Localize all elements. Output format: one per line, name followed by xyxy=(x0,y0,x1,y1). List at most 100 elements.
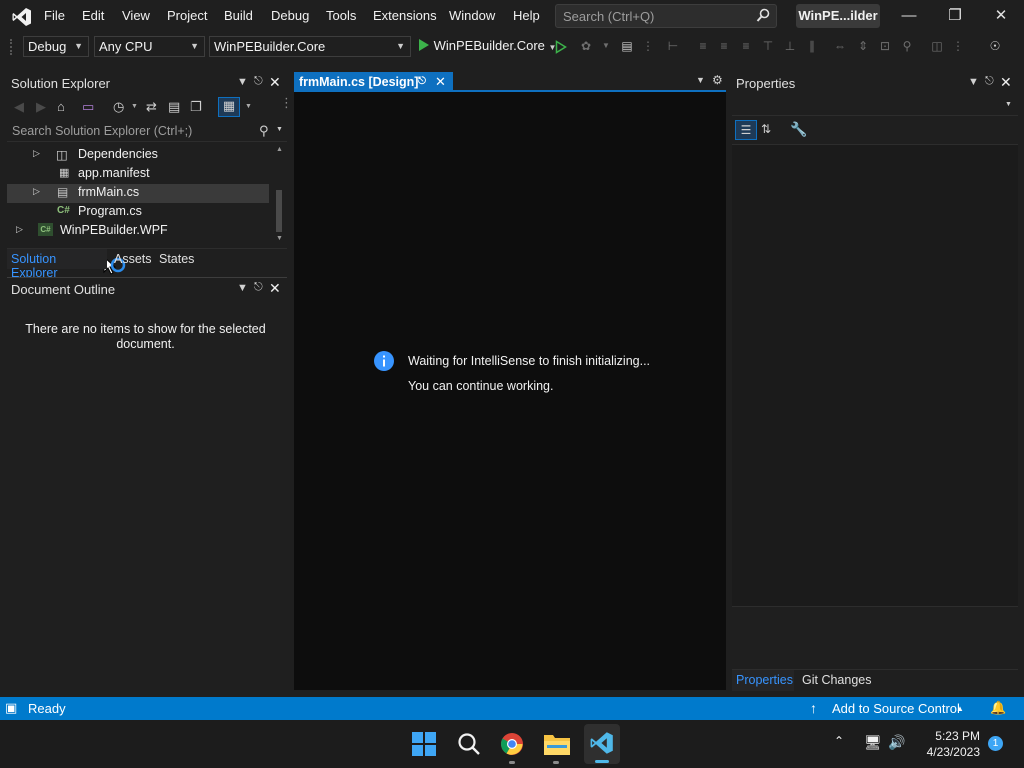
tab-properties[interactable]: Properties xyxy=(732,670,794,691)
start-without-debugging-icon[interactable] xyxy=(555,40,567,54)
menu-extensions[interactable]: Extensions xyxy=(373,8,437,23)
notifications-bell-icon[interactable]: 🔔 xyxy=(990,700,1006,716)
menu-project[interactable]: Project xyxy=(167,8,207,23)
start-debugging-button[interactable]: WinPEBuilder.Core ▼ xyxy=(418,38,556,56)
notification-badge[interactable]: 1 xyxy=(988,736,1003,751)
clock[interactable]: 5:23 PM 4/23/2023 xyxy=(918,729,980,759)
align-rights-icon[interactable]: ≡ xyxy=(716,39,732,53)
search-input[interactable]: Search (Ctrl+Q) xyxy=(555,4,777,28)
chevron-down-icon[interactable]: ▼ xyxy=(237,282,248,294)
tree-item-winpebuilder-wpf[interactable]: ▷ C# WinPEBuilder.WPF xyxy=(7,222,269,241)
overflow-icon[interactable]: ⋮ xyxy=(280,95,293,111)
menu-edit[interactable]: Edit xyxy=(82,8,104,23)
forward-icon[interactable]: ▶ xyxy=(36,99,46,115)
pin-icon[interactable]: ⎋ xyxy=(985,75,994,88)
output-window-icon[interactable]: ▣ xyxy=(5,700,17,716)
menu-help[interactable]: Help xyxy=(513,8,540,23)
toolbar-overflow-icon[interactable]: ⋮ xyxy=(950,39,966,53)
scroll-down-icon[interactable]: ▼ xyxy=(276,235,283,242)
menu-window[interactable]: Window xyxy=(449,8,495,23)
close-icon[interactable]: ✕ xyxy=(1000,74,1012,91)
toolbar-grip[interactable] xyxy=(10,39,14,55)
expand-icon[interactable]: ▷ xyxy=(33,186,40,197)
tab-order-icon[interactable]: ▤ xyxy=(619,39,635,53)
gear-icon[interactable]: ⚙ xyxy=(712,73,723,87)
tab-solution-explorer[interactable]: Solution Explorer xyxy=(7,249,107,280)
alphabetical-icon[interactable]: ⇅ xyxy=(761,122,771,136)
chevron-down-icon[interactable]: ▼ xyxy=(696,75,705,85)
align-lefts-icon[interactable]: ⊢ xyxy=(665,39,681,53)
scrollbar-thumb[interactable] xyxy=(276,190,282,232)
pending-changes-filter-icon[interactable]: ◷ xyxy=(113,99,124,115)
tree-item-program[interactable]: C# Program.cs xyxy=(7,203,269,222)
startup-project-dropdown[interactable]: WinPEBuilder.Core ▼ xyxy=(209,36,411,57)
center-horizontally-icon[interactable]: ⊡ xyxy=(877,39,893,53)
tree-scrollbar[interactable]: ▲ ▼ xyxy=(274,146,284,244)
menu-file[interactable]: File xyxy=(44,8,65,23)
tree-item-dependencies[interactable]: ▷ ◫ Dependencies xyxy=(7,146,269,165)
pin-icon[interactable]: ⎋ xyxy=(418,72,426,92)
network-icon[interactable]: 🖥 xyxy=(864,734,882,751)
sync-with-document-icon[interactable]: ⇄ xyxy=(146,99,157,115)
close-icon[interactable]: ✕ xyxy=(435,72,446,92)
horizontal-spacing-icon[interactable]: ⇔ xyxy=(832,39,848,53)
hot-reload-icon[interactable]: ✿ xyxy=(578,39,594,53)
properties-grid[interactable] xyxy=(732,144,1018,607)
chevron-down-icon[interactable]: ▼ xyxy=(245,103,252,110)
chrome-icon[interactable] xyxy=(500,732,524,756)
solution-name-badge[interactable]: WinPE...ilder xyxy=(796,4,880,28)
chevron-down-icon[interactable]: ▼ xyxy=(598,39,614,53)
file-explorer-icon[interactable] xyxy=(544,733,570,755)
collapse-all-icon[interactable]: ▤ xyxy=(168,99,180,115)
bring-to-front-icon[interactable]: ◫ xyxy=(929,39,945,53)
align-bottoms-icon[interactable]: ⊥ xyxy=(782,39,798,53)
tab-states[interactable]: States xyxy=(159,252,194,266)
live-share-icon[interactable]: ☉ xyxy=(987,39,1003,53)
scroll-up-icon[interactable]: ▲ xyxy=(276,146,283,153)
visual-studio-taskbar-button[interactable] xyxy=(584,724,620,764)
tree-item-frmmain[interactable]: ▷ ▤ frmMain.cs xyxy=(7,184,269,203)
show-all-files-icon[interactable]: ❐ xyxy=(190,99,202,115)
preview-selected-items-icon[interactable]: ▦ xyxy=(218,97,240,117)
zoom-icon[interactable]: ⚲ xyxy=(899,39,915,53)
search-icon[interactable] xyxy=(457,732,481,756)
volume-icon[interactable]: 🔊 xyxy=(888,734,905,751)
menu-build[interactable]: Build xyxy=(224,8,253,23)
object-selector-dropdown[interactable]: ▼ xyxy=(732,94,1018,116)
tab-assets[interactable]: Assets xyxy=(114,252,152,266)
categorized-icon[interactable]: ☰ xyxy=(735,120,757,140)
align-to-grid-icon[interactable]: ⋮ xyxy=(640,39,656,53)
chevron-down-icon[interactable]: ▼ xyxy=(968,76,979,88)
align-middles-icon[interactable]: ⊤ xyxy=(760,39,776,53)
menu-tools[interactable]: Tools xyxy=(326,8,356,23)
close-icon[interactable]: ✕ xyxy=(269,74,281,91)
windows-start-icon[interactable] xyxy=(412,732,436,756)
search-icon[interactable]: ⚲ xyxy=(259,123,269,139)
close-icon[interactable]: ✕ xyxy=(269,280,281,297)
expand-icon[interactable]: ▷ xyxy=(16,224,23,235)
menu-debug[interactable]: Debug xyxy=(271,8,309,23)
chevron-down-icon[interactable]: ▼ xyxy=(131,103,138,110)
property-pages-wrench-icon[interactable]: 🔧 xyxy=(790,121,807,138)
minimize-button[interactable]: — xyxy=(889,5,929,27)
chevron-down-icon[interactable]: ▼ xyxy=(237,76,248,88)
make-same-size-icon[interactable]: ∥ xyxy=(804,39,820,53)
align-tops-icon[interactable]: ≡ xyxy=(738,39,754,53)
align-centers-icon[interactable]: ≡ xyxy=(695,39,711,53)
chevron-up-icon[interactable]: ⌃ xyxy=(834,734,844,748)
platform-dropdown[interactable]: Any CPU ▼ xyxy=(94,36,205,57)
configuration-dropdown[interactable]: Debug ▼ xyxy=(23,36,89,57)
close-window-button[interactable]: ✕ xyxy=(981,5,1021,27)
designer-surface[interactable]: Waiting for IntelliSense to finish initi… xyxy=(294,92,726,690)
solution-explorer-search[interactable]: Search Solution Explorer (Ctrl+;) ⚲ ▼ xyxy=(7,122,287,142)
home-icon[interactable]: ⌂ xyxy=(57,99,65,114)
tree-item-app-manifest[interactable]: ▦ app.manifest xyxy=(7,165,269,184)
tab-frmmain-design[interactable]: frmMain.cs [Design] ⎋ ✕ xyxy=(294,72,453,92)
tab-git-changes[interactable]: Git Changes xyxy=(802,673,871,687)
pin-icon[interactable]: ⎋ xyxy=(254,281,263,294)
menu-view[interactable]: View xyxy=(122,8,150,23)
expand-icon[interactable]: ▷ xyxy=(33,148,40,159)
chevron-down-icon[interactable]: ▼ xyxy=(276,126,283,133)
vertical-spacing-icon[interactable]: ⇕ xyxy=(855,39,871,53)
back-icon[interactable]: ◀ xyxy=(14,99,24,115)
